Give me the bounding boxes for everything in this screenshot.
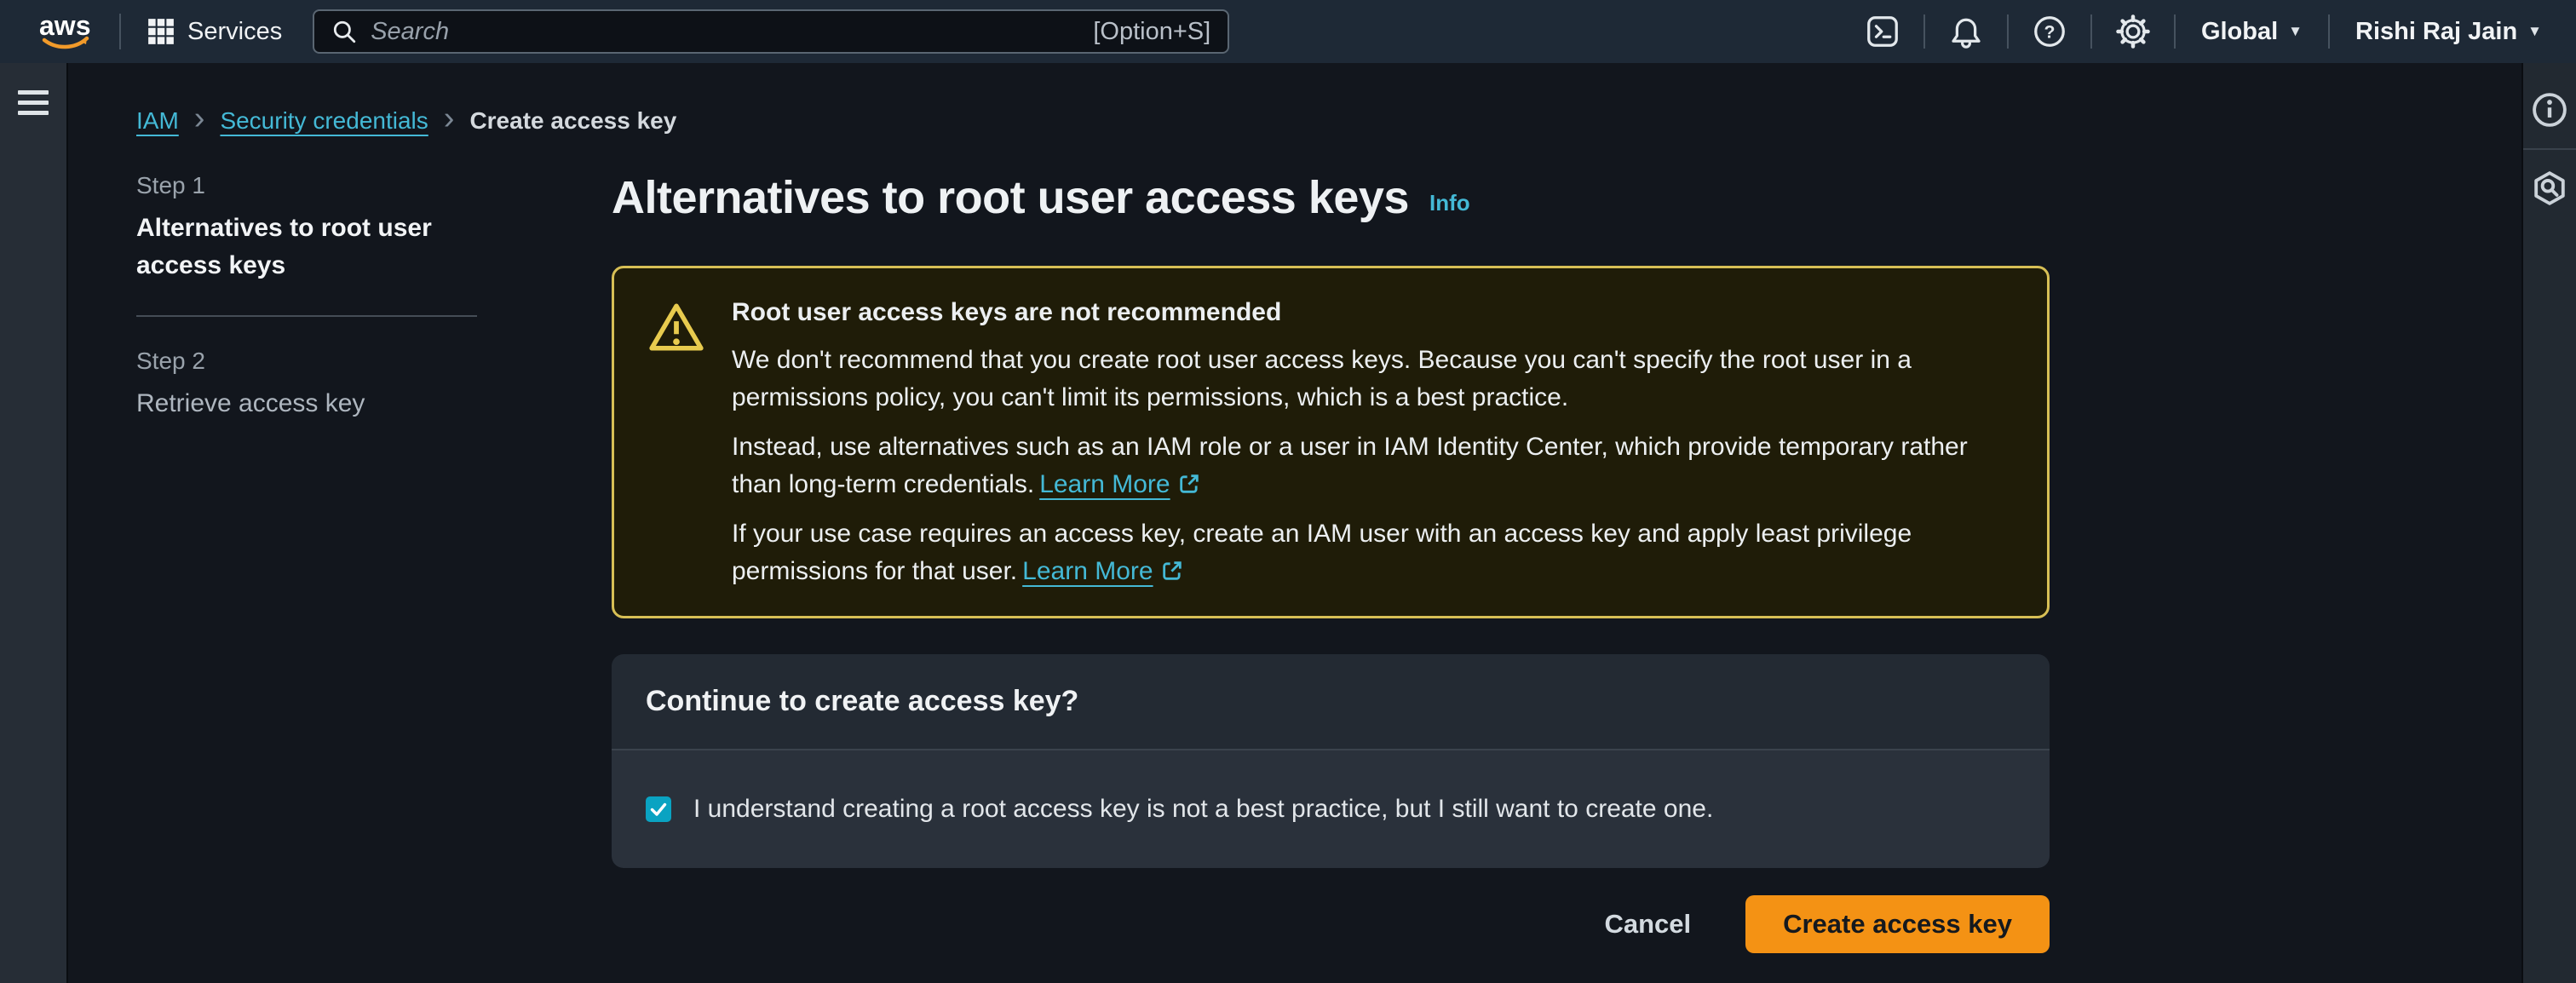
info-panel-button[interactable] xyxy=(2523,82,2576,138)
hexagon-search-icon xyxy=(2531,170,2568,207)
steps-divider xyxy=(136,315,477,317)
wizard-step-1-link[interactable]: Alternatives to root user access keys xyxy=(136,210,477,285)
main-content: IAM › Security credentials › Create acce… xyxy=(68,63,2521,983)
form-actions: Cancel Create access key xyxy=(612,895,2050,979)
aws-logo-icon: aws xyxy=(37,11,94,52)
confirm-container-header: Continue to create access key? xyxy=(612,654,2050,750)
wizard-step-2-link[interactable]: Retrieve access key xyxy=(136,385,477,423)
warning-alert: Root user access keys are not recommende… xyxy=(612,266,2050,618)
search-input[interactable] xyxy=(371,18,1079,46)
top-navigation-bar: aws Services [Option+S] xyxy=(0,0,2576,63)
learn-more-link-2[interactable]: Learn More xyxy=(1022,557,1183,585)
aws-logo[interactable]: aws xyxy=(37,11,94,52)
wizard-steps-nav: Step 1 Alternatives to root user access … xyxy=(136,172,477,979)
breadcrumb-chevron-icon: › xyxy=(194,106,205,130)
rail-divider xyxy=(2523,148,2576,150)
info-circle-icon xyxy=(2531,91,2568,129)
alert-paragraph-2-text: Instead, use alternatives such as an IAM… xyxy=(732,433,1968,498)
open-side-menu-button[interactable] xyxy=(13,85,54,120)
alert-paragraph-3-text: If your use case requires an access key,… xyxy=(732,520,1912,585)
svg-text:aws: aws xyxy=(39,11,90,41)
account-label: Rishi Raj Jain xyxy=(2355,18,2517,46)
learn-more-link-1[interactable]: Learn More xyxy=(1039,470,1200,498)
confirm-container: Continue to create access key? I underst… xyxy=(612,654,2050,868)
root-key-acknowledge-label[interactable]: I understand creating a root access key … xyxy=(693,795,1713,824)
step1-eyebrow: Step 1 xyxy=(136,172,477,199)
info-link[interactable]: Info xyxy=(1429,190,1470,223)
region-dropdown[interactable]: Global ▼ xyxy=(2176,18,2328,46)
breadcrumb: IAM › Security credentials › Create acce… xyxy=(136,107,2521,135)
help-button[interactable]: ? xyxy=(2009,14,2090,49)
create-access-key-button[interactable]: Create access key xyxy=(1745,895,2050,953)
grid-icon xyxy=(147,17,175,46)
notifications-button[interactable] xyxy=(1925,14,2007,49)
left-navigation-rail xyxy=(0,63,68,983)
question-icon: ? xyxy=(2033,14,2067,49)
resource-explorer-panel-button[interactable] xyxy=(2523,160,2576,216)
cancel-button[interactable]: Cancel xyxy=(1604,909,1691,940)
chevron-down-icon: ▼ xyxy=(2527,23,2542,40)
breadcrumb-current-page: Create access key xyxy=(469,107,676,135)
services-menu-button[interactable]: Services xyxy=(147,17,282,46)
right-tools-rail xyxy=(2521,63,2576,983)
page-title: Alternatives to root user access keys xyxy=(612,172,1409,223)
alert-paragraph-3: If your use case requires an access key,… xyxy=(732,515,2013,590)
bell-icon xyxy=(1949,14,1983,49)
root-key-acknowledge-checkbox[interactable] xyxy=(646,796,671,822)
cloudshell-button[interactable] xyxy=(1842,14,1923,49)
alert-title: Root user access keys are not recommende… xyxy=(732,294,2013,331)
region-label: Global xyxy=(2201,18,2278,46)
breadcrumb-link-iam[interactable]: IAM xyxy=(136,107,179,135)
settings-button[interactable] xyxy=(2092,14,2174,49)
chevron-down-icon: ▼ xyxy=(2288,23,2303,40)
app-body: IAM › Security credentials › Create acce… xyxy=(0,63,2576,983)
learn-more-label: Learn More xyxy=(1022,557,1153,585)
topbar-divider xyxy=(119,14,121,49)
services-label: Services xyxy=(187,18,282,46)
external-link-icon xyxy=(1160,559,1184,583)
confirm-title: Continue to create access key? xyxy=(646,685,2015,718)
learn-more-label: Learn More xyxy=(1039,470,1170,498)
svg-text:?: ? xyxy=(2044,22,2055,43)
confirm-container-body: I understand creating a root access key … xyxy=(612,750,2050,868)
check-icon xyxy=(648,799,669,819)
alert-paragraph-1: We don't recommend that you create root … xyxy=(732,342,2013,417)
global-search-box[interactable]: [Option+S] xyxy=(313,9,1229,54)
search-icon xyxy=(331,19,357,44)
account-dropdown[interactable]: Rishi Raj Jain ▼ xyxy=(2330,18,2547,46)
warning-triangle-icon xyxy=(648,294,704,590)
alert-paragraph-2: Instead, use alternatives such as an IAM… xyxy=(732,428,2013,503)
gear-icon xyxy=(2116,14,2150,49)
breadcrumb-chevron-icon: › xyxy=(444,106,455,130)
external-link-icon xyxy=(1177,472,1201,496)
cloudshell-terminal-icon xyxy=(1866,14,1900,49)
topbar-right-group: ? Global ▼ Rishi Raj Jain ▼ xyxy=(1842,14,2547,49)
search-shortcut-hint: [Option+S] xyxy=(1093,18,1210,46)
step2-eyebrow: Step 2 xyxy=(136,348,477,375)
breadcrumb-link-security-credentials[interactable]: Security credentials xyxy=(220,107,428,135)
